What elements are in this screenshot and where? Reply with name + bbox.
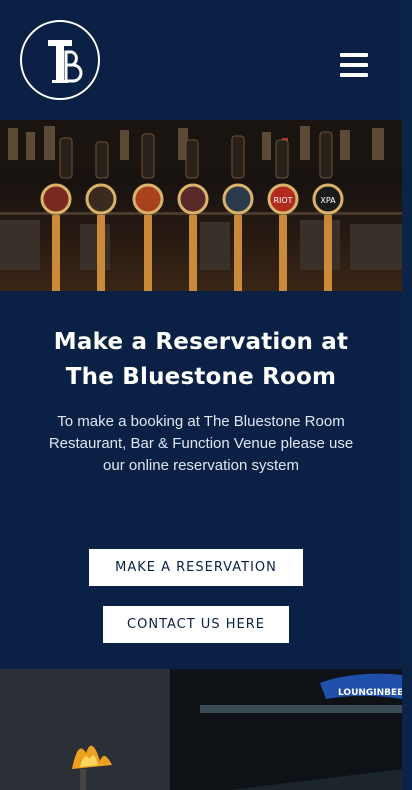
exterior-illustration: LOUNGINBEER.FOOD: [0, 669, 402, 790]
site-header: B: [0, 0, 402, 120]
bluestone-logo[interactable]: B: [20, 20, 100, 100]
make-reservation-button[interactable]: MAKE A RESERVATION: [89, 549, 303, 586]
tap-badge-xpa: XPA: [320, 196, 336, 205]
contact-us-button[interactable]: CONTACT US HERE: [103, 606, 289, 643]
hamburger-menu-icon[interactable]: [340, 53, 368, 77]
signage-text: LOUNGINBEER.FOOD: [338, 688, 402, 698]
beer-taps-illustration: RIOT XPA: [0, 120, 402, 291]
venue-exterior-photo: LOUNGINBEER.FOOD: [0, 669, 402, 790]
reservation-description: To make a booking at The Bluestone Room …: [48, 413, 354, 474]
monogram-icon: [48, 40, 83, 83]
reservation-title: Make a Reservation at The Bluestone Room: [53, 329, 349, 390]
page-scrollbar[interactable]: [402, 0, 412, 790]
reservation-section: Make a Reservation at The Bluestone Room…: [0, 291, 402, 669]
hero-bar-photo: RIOT XPA: [0, 120, 402, 291]
tap-badge-riot: RIOT: [273, 196, 292, 205]
